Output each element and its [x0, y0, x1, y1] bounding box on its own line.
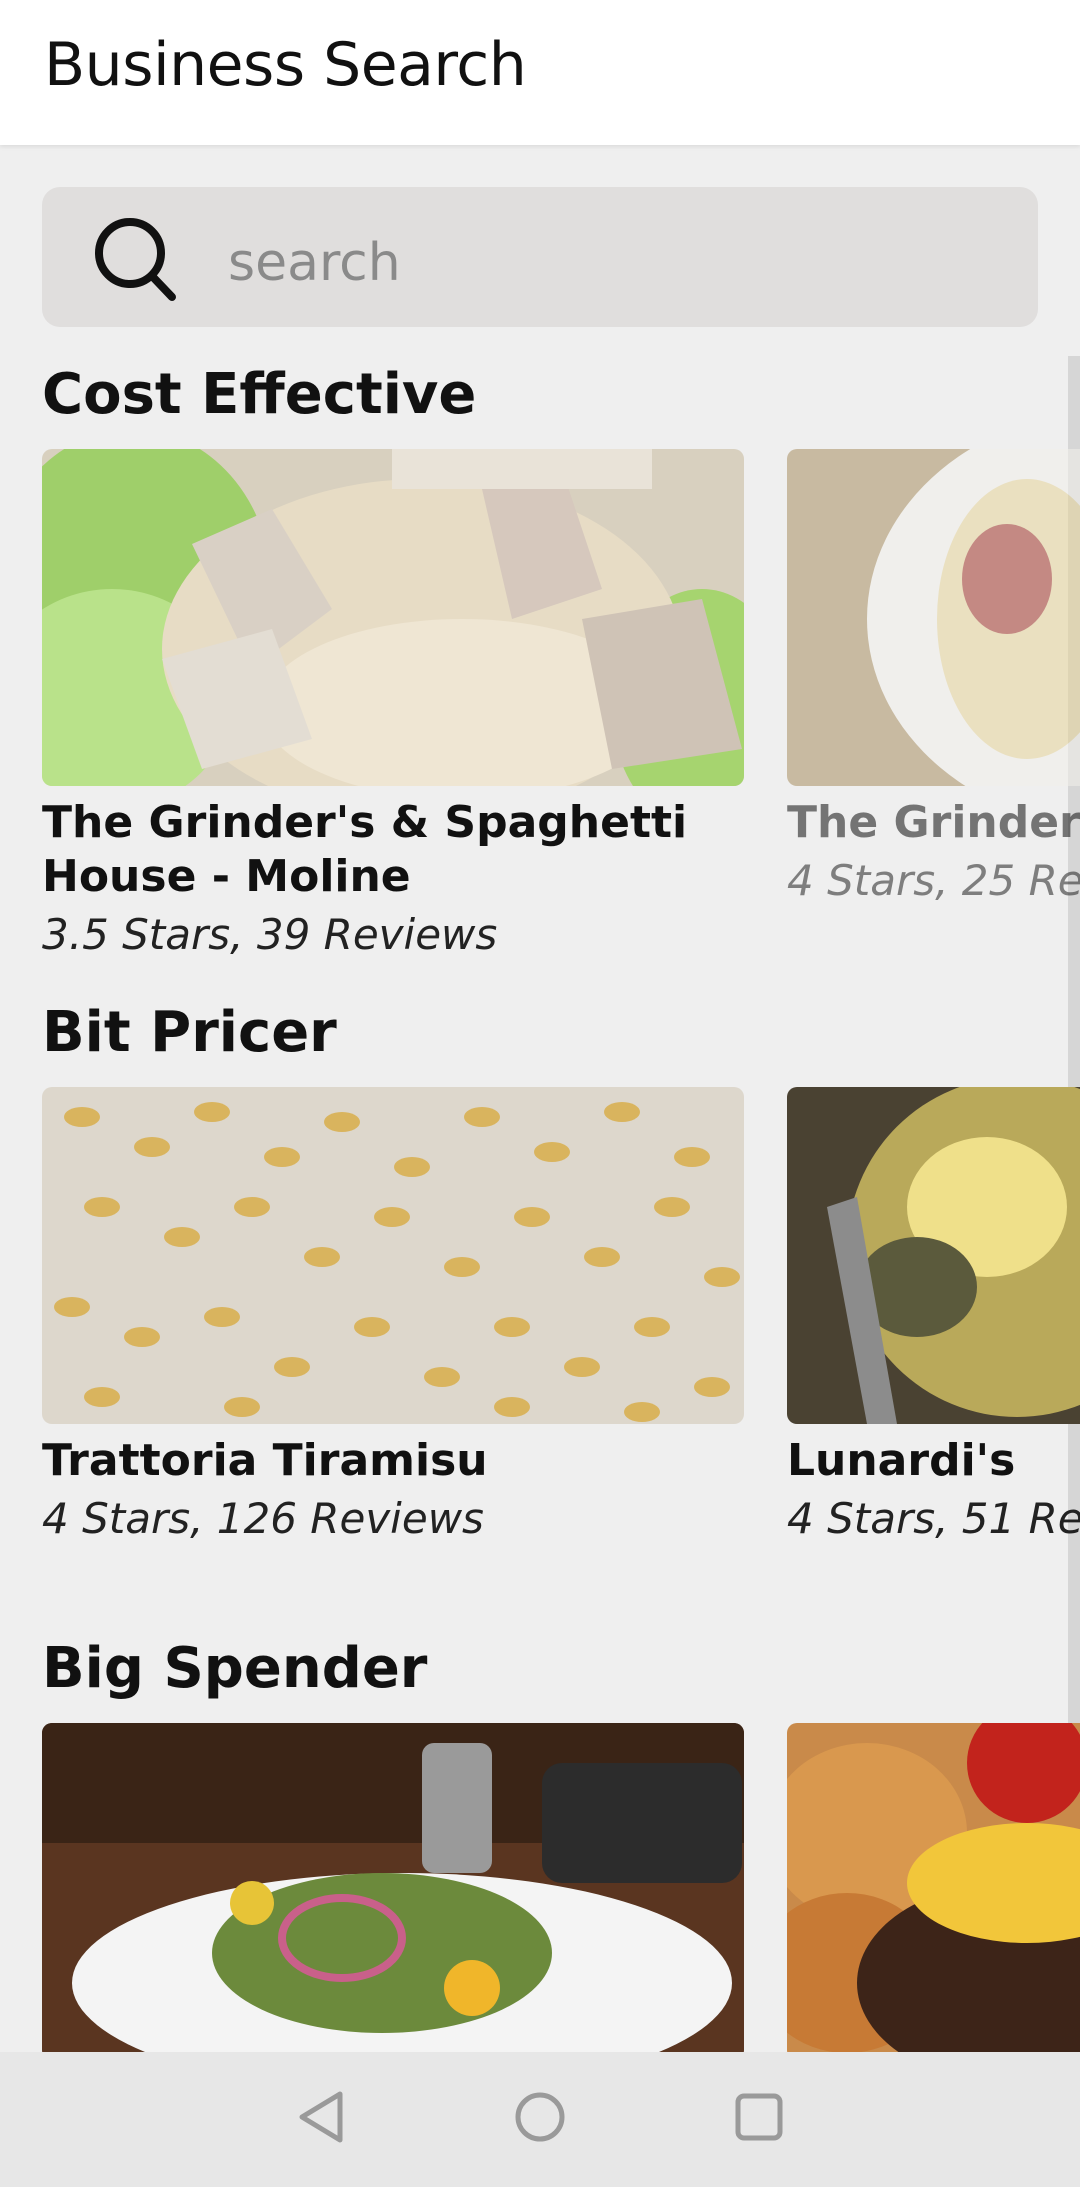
business-photo[interactable] [787, 1087, 1080, 1424]
section-title-cost-effective: Cost Effective [42, 362, 477, 427]
business-card[interactable]: Trattoria Tiramisu 4 Stars, 126 Reviews [42, 1087, 744, 1543]
business-name[interactable]: The Grinder's & Spaghetti House - Moline [42, 796, 744, 904]
business-card[interactable]: Lunardi's 4 Stars, 51 Reviews [787, 1087, 1080, 1543]
app-bar: Business Search [0, 0, 1080, 145]
business-name[interactable]: The Grinder's & Spaghetti House - Betten… [787, 796, 1080, 850]
system-nav-bar [0, 2052, 1080, 2187]
business-rating: 4 Stars, 126 Reviews [42, 1494, 484, 1543]
business-row-cost-effective[interactable]: The Grinder's & Spaghetti House - Moline… [42, 449, 1080, 989]
business-row-bit-pricer[interactable]: Trattoria Tiramisu 4 Stars, 126 Reviews … [42, 1087, 1080, 1627]
business-name[interactable]: Lunardi's [787, 1434, 1080, 1488]
business-card[interactable]: The Grinder's & Spaghetti House - Betten… [787, 449, 1080, 905]
business-rating: 4 Stars, 51 Reviews [787, 1494, 1080, 1543]
business-photo[interactable] [787, 449, 1080, 786]
business-rating: 4 Stars, 25 Reviews [787, 856, 1080, 905]
business-card[interactable] [787, 1723, 1080, 2052]
back-icon[interactable] [288, 2082, 358, 2152]
business-photo[interactable] [42, 1087, 744, 1424]
business-photo[interactable] [787, 1723, 1080, 2052]
business-name[interactable]: Trattoria Tiramisu [42, 1434, 744, 1488]
section-title-big-spender: Big Spender [42, 1636, 428, 1701]
business-card[interactable] [42, 1723, 744, 2052]
business-photo[interactable] [42, 449, 744, 786]
page-title: Business Search [44, 30, 527, 100]
search-input[interactable] [226, 222, 1010, 304]
business-card[interactable]: The Grinder's & Spaghetti House - Moline… [42, 449, 744, 959]
home-icon[interactable] [505, 2082, 575, 2152]
business-row-big-spender[interactable] [42, 1723, 1080, 2052]
search-icon [95, 218, 176, 301]
section-title-bit-pricer: Bit Pricer [42, 1000, 337, 1065]
business-rating: 3.5 Stars, 39 Reviews [42, 910, 498, 959]
recents-icon[interactable] [724, 2082, 794, 2152]
business-photo[interactable] [42, 1723, 744, 2052]
